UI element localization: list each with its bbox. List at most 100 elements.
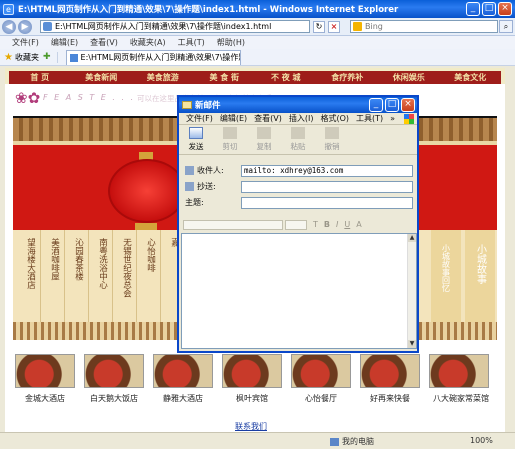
nav-news[interactable]: 美食新闻 xyxy=(71,71,133,84)
right-sign-panel[interactable]: 小城故事回忆 xyxy=(431,230,461,322)
nav-nightlife[interactable]: 不 夜 城 xyxy=(255,71,317,84)
address-book-icon[interactable] xyxy=(185,182,194,191)
sign-panel[interactable]: 南粤洗浴中心 xyxy=(93,230,113,322)
nav-home[interactable]: 首 页 xyxy=(9,71,71,84)
mail-close-button[interactable]: × xyxy=(401,98,415,112)
paste-label: 粘贴 xyxy=(290,142,306,151)
mail-menu-view[interactable]: 查看(V) xyxy=(254,113,282,124)
mail-menu-edit[interactable]: 编辑(E) xyxy=(220,113,247,124)
copy-button[interactable]: 复制 xyxy=(247,127,281,152)
close-button[interactable]: × xyxy=(498,2,512,16)
copy-icon xyxy=(257,127,271,139)
menu-view[interactable]: 查看(V) xyxy=(90,37,118,48)
windows-flag-icon xyxy=(404,113,414,124)
ie-app-icon: e xyxy=(3,3,14,15)
nav-street[interactable]: 美 食 街 xyxy=(194,71,256,84)
font-select[interactable] xyxy=(183,219,283,230)
star-icon: ★ xyxy=(4,51,13,63)
sign-panel[interactable]: 沁园春茶楼 xyxy=(69,230,89,322)
mail-menu-overflow[interactable]: » xyxy=(390,114,395,123)
search-placeholder: Bing xyxy=(365,22,383,31)
contact-us-link[interactable]: 联系我们 xyxy=(235,421,267,432)
nav-leisure[interactable]: 休闲娱乐 xyxy=(378,71,440,84)
bold-icon[interactable]: B xyxy=(324,220,330,229)
to-field[interactable]: mailto: xdhrey@163.com xyxy=(241,165,413,177)
body-scrollbar[interactable]: ▲ ▼ xyxy=(407,234,416,348)
cc-field[interactable] xyxy=(241,181,413,193)
scroll-down-icon[interactable]: ▼ xyxy=(408,340,416,348)
sign-panel-label: 南粤洗浴中心 xyxy=(97,238,108,289)
restaurant-name: 金城大酒店 xyxy=(25,394,65,403)
restaurant-image[interactable] xyxy=(429,354,489,388)
subject-field[interactable] xyxy=(241,197,413,209)
add-favorite-icon[interactable]: ✚ xyxy=(43,52,51,62)
undo-button[interactable]: 撤销 xyxy=(315,127,349,152)
cut-button[interactable]: 剪切 xyxy=(213,127,247,152)
back-icon[interactable]: ◀ xyxy=(2,19,16,34)
minimize-button[interactable]: _ xyxy=(466,2,480,16)
mail-menu-tools[interactable]: 工具(T) xyxy=(356,113,383,124)
sign-panel[interactable]: 心怡咖啡 xyxy=(141,230,161,322)
tab-page-icon xyxy=(69,53,78,62)
sign-panel[interactable]: 无锡世纪夜总会 xyxy=(117,230,137,322)
browser-tab[interactable]: E:\HTML网页制作从入门到精通\效果\7\操作题... xyxy=(65,49,241,65)
scroll-up-icon[interactable]: ▲ xyxy=(408,234,416,242)
favorites-bar: ★ 收藏夹 ✚ E:\HTML网页制作从入门到精通\效果\7\操作题... xyxy=(0,49,515,66)
nav-culture[interactable]: 美食文化 xyxy=(440,71,502,84)
menu-favorites[interactable]: 收藏夹(A) xyxy=(130,37,166,48)
subject-row: 主题: xyxy=(185,197,204,208)
italic-icon[interactable]: I xyxy=(336,220,338,229)
zoom-level[interactable]: 100% xyxy=(470,436,493,445)
mail-menu-format[interactable]: 格式(O) xyxy=(320,113,349,124)
mail-title-bar[interactable]: 新邮件 _ □ × xyxy=(179,97,417,113)
restaurant-image[interactable] xyxy=(291,354,351,388)
maximize-button[interactable]: □ xyxy=(482,2,496,16)
format-toolbar: T B I U A xyxy=(181,218,417,231)
address-book-icon[interactable] xyxy=(185,166,194,175)
ie-title-bar[interactable]: e E:\HTML网页制作从入门到精通\效果\7\操作题\index1.html… xyxy=(0,0,515,18)
sign-panel[interactable]: 望海楼大酒店 xyxy=(21,230,41,322)
mail-maximize-button[interactable]: □ xyxy=(385,98,399,112)
search-input[interactable]: Bing xyxy=(350,20,498,33)
menu-file[interactable]: 文件(F) xyxy=(12,37,39,48)
right-sign-panel[interactable]: 小城故事 xyxy=(465,230,495,322)
restaurant-image[interactable] xyxy=(15,354,75,388)
address-input[interactable]: E:\HTML网页制作从入门到精通\效果\7\操作题\index1.html xyxy=(40,20,310,33)
menu-edit[interactable]: 编辑(E) xyxy=(51,37,78,48)
favorites-button[interactable]: ★ 收藏夹 ✚ xyxy=(4,51,58,63)
right-sign-label: 小城故事回忆 xyxy=(441,244,451,292)
paste-button[interactable]: 粘贴 xyxy=(281,127,315,152)
stop-icon[interactable]: × xyxy=(328,20,340,33)
restaurant-image[interactable] xyxy=(360,354,420,388)
favorites-label: 收藏夹 xyxy=(14,52,39,62)
restaurant-name: 八大碗家常菜馆 xyxy=(433,394,489,403)
mail-menu-bar: 文件(F) 编辑(E) 查看(V) 插入(I) 格式(O) 工具(T) » xyxy=(179,113,417,125)
size-select[interactable] xyxy=(285,219,307,230)
restaurant-image[interactable] xyxy=(222,354,282,388)
address-toolbar: ◀ ▶ E:\HTML网页制作从入门到精通\效果\7\操作题\index1.ht… xyxy=(0,18,515,36)
restaurant-name: 好再来快餐 xyxy=(370,394,410,403)
mail-menu-file[interactable]: 文件(F) xyxy=(186,113,213,124)
restaurant-image[interactable] xyxy=(153,354,213,388)
mail-menu-insert[interactable]: 插入(I) xyxy=(289,113,314,124)
search-icon[interactable]: ⌕ xyxy=(499,20,513,33)
message-body[interactable]: ▲ ▼ xyxy=(181,233,417,349)
tab-title: E:\HTML网页制作从入门到精通\效果\7\操作题... xyxy=(80,52,241,62)
mail-minimize-button[interactable]: _ xyxy=(369,98,383,112)
menu-tools[interactable]: 工具(T) xyxy=(178,37,205,48)
send-button[interactable]: 发送 xyxy=(179,127,213,152)
restaurant-image[interactable] xyxy=(84,354,144,388)
nav-health[interactable]: 食疗养补 xyxy=(317,71,379,84)
nav-travel[interactable]: 美食旅游 xyxy=(132,71,194,84)
ie-menu-bar: 文件(F) 编辑(E) 查看(V) 收藏夹(A) 工具(T) 帮助(H) xyxy=(0,36,515,49)
forward-icon[interactable]: ▶ xyxy=(18,19,32,34)
page-icon xyxy=(43,22,52,31)
security-zone[interactable]: 我的电脑 xyxy=(330,436,374,447)
sign-panel[interactable]: 美酒咖啡屋 xyxy=(45,230,65,322)
font-color-icon[interactable]: A xyxy=(356,220,361,229)
site-nav: 首 页 美食新闻 美食旅游 美 食 街 不 夜 城 食疗养补 休闲娱乐 美食文化 xyxy=(9,71,501,84)
text-style-icon[interactable]: T xyxy=(313,220,318,229)
refresh-icon[interactable]: ↻ xyxy=(313,20,325,33)
menu-help[interactable]: 帮助(H) xyxy=(217,37,245,48)
underline-icon[interactable]: U xyxy=(344,220,350,229)
